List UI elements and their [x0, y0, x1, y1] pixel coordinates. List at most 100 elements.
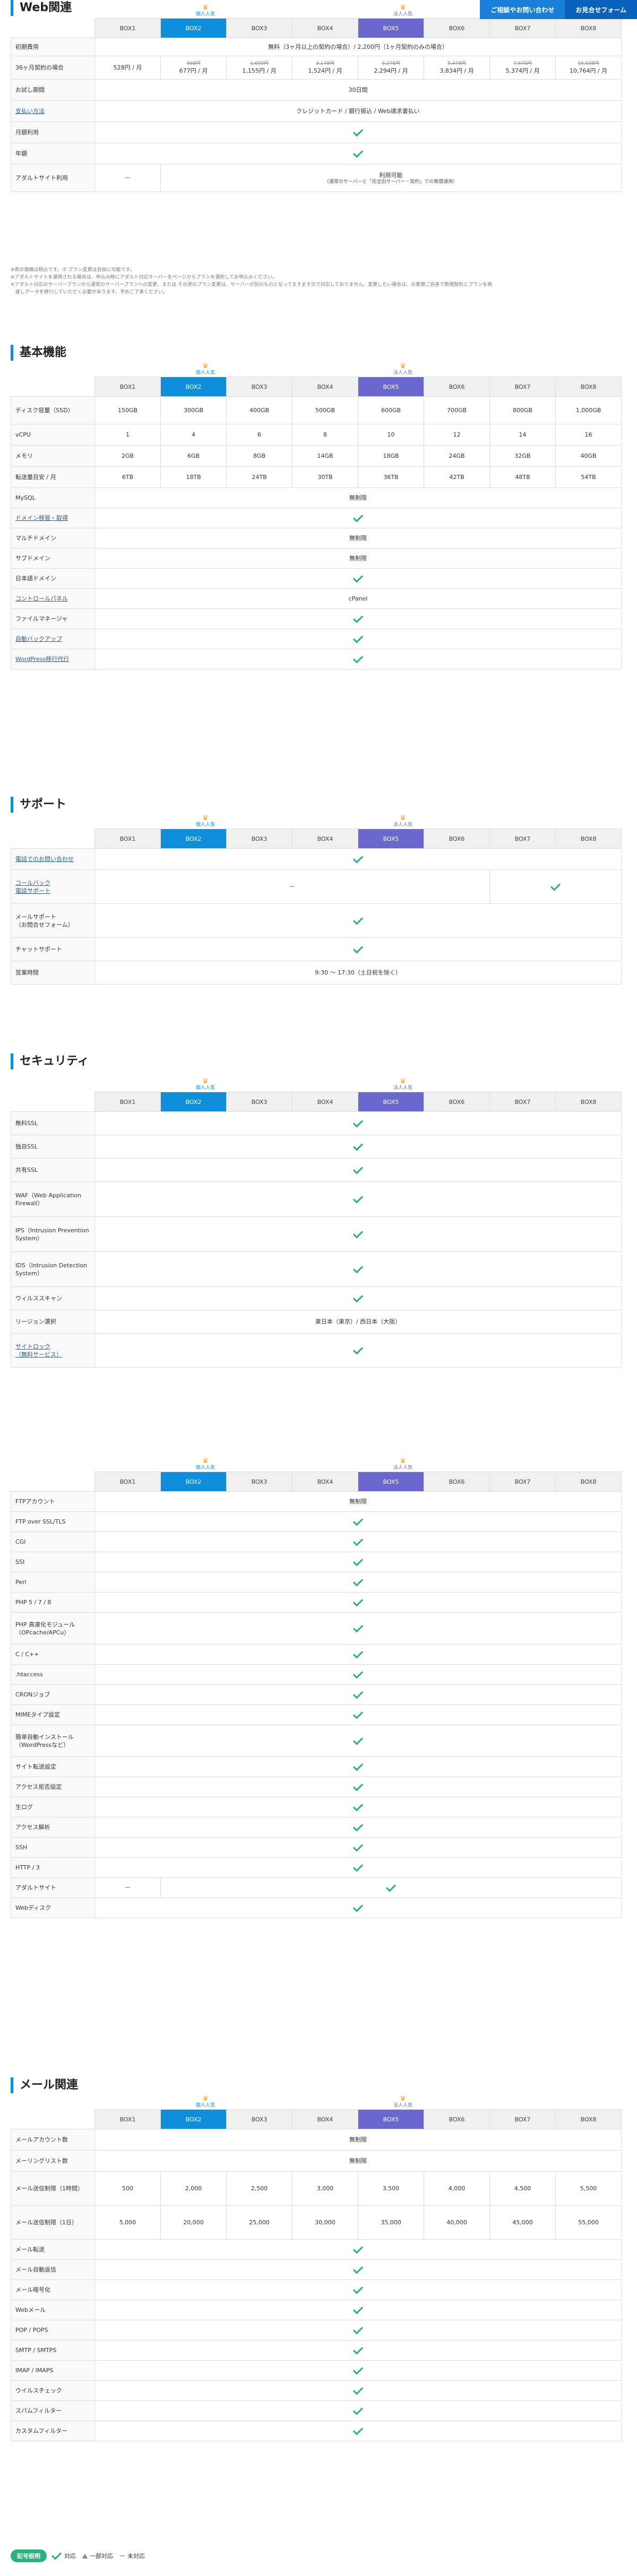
badge-row: ♛ 個人人気 ♛ 法人人気	[11, 815, 621, 829]
check-icon	[352, 633, 364, 643]
sitelock-link[interactable]: サイトロック	[15, 1343, 50, 1350]
legend-none: ー未対応	[119, 2553, 145, 2560]
table-row: 年額	[11, 143, 622, 164]
plan-header-box8: BOX8	[555, 377, 622, 397]
corporate-badge: ♛ 法人人気	[370, 815, 436, 828]
table-row: アクセス解析	[11, 1817, 622, 1838]
check-icon	[352, 1292, 364, 1303]
callback-link[interactable]: コールバック	[15, 880, 50, 886]
check-icon	[352, 2384, 364, 2395]
triangle-icon	[82, 2553, 88, 2558]
plan-header-box5: BOX5	[358, 1092, 424, 1112]
table-row: メール送信制限（1日） 5,000 20,000 25,000 30,000 35,00…	[11, 2205, 622, 2240]
phone-link[interactable]: 電話でのお問い合わせ	[15, 856, 74, 863]
table-row: リージョン選択 東日本（東京）/ 西日本（大阪）	[11, 1310, 622, 1334]
check-icon	[352, 2324, 364, 2335]
table-row: MySQL 無制限	[11, 488, 622, 508]
check-icon	[352, 1709, 364, 1719]
crown-icon: ♛	[202, 814, 209, 822]
plan-header-box8: BOX8	[555, 2109, 622, 2129]
support-table: BOX1 BOX2 BOX3 BOX4 BOX5 BOX6 BOX7 BOX8 …	[11, 829, 622, 985]
domain-link[interactable]: ドメイン移管・取得	[15, 515, 68, 521]
check-icon	[352, 2284, 364, 2294]
check-icon	[352, 1648, 364, 1659]
crown-icon: ♛	[400, 1457, 406, 1465]
plan-header-box8: BOX8	[555, 1472, 622, 1492]
plan-header-box7: BOX7	[489, 2109, 556, 2129]
panel-link[interactable]: コントロールパネル	[15, 595, 68, 602]
plan-header-box2: BOX2	[160, 1472, 227, 1492]
section-title-mail: メール関連	[11, 2077, 630, 2093]
check-icon	[352, 1861, 364, 1872]
support-table-wrap: ♛ 個人人気 ♛ 法人人気 BOX1 BOX2 BOX3 BOX4 BOX5 BOX…	[11, 815, 622, 985]
check-icon	[352, 653, 364, 664]
crown-icon: ♛	[400, 814, 406, 822]
plan-header-row: BOX1 BOX2 BOX3 BOX4 BOX5 BOX6 BOX7 BOX8	[11, 1092, 622, 1112]
check-icon	[352, 1801, 364, 1812]
payment-link[interactable]: 支払い方法	[15, 108, 45, 115]
crown-icon: ♛	[202, 1457, 209, 1465]
table-row: カスタムフィルター	[11, 2421, 622, 2441]
table-row: .htaccess	[11, 1664, 622, 1685]
plan-header-box7: BOX7	[489, 1472, 556, 1492]
security-table: BOX1 BOX2 BOX3 BOX4 BOX5 BOX6 BOX7 BOX8 …	[11, 1092, 622, 1368]
check-icon	[352, 147, 364, 158]
web-table: BOX1 BOX2 BOX3 BOX4 BOX5 BOX6 BOX7 BOX8 …	[11, 1472, 622, 1918]
table-row: 自動バックアップ	[11, 629, 622, 649]
check-icon	[352, 1689, 364, 1699]
section-title-basic: 基本機能	[11, 345, 630, 361]
section-title-security: セキュリティ	[11, 1054, 630, 1069]
plan-header-box2: BOX2	[160, 18, 227, 38]
popular-badge: ♛ 個人人気	[173, 363, 238, 376]
check-icon	[352, 1735, 364, 1745]
backup-link[interactable]: 自動バックアップ	[15, 636, 62, 642]
plan-header-box1: BOX1	[94, 1472, 161, 1492]
check-icon	[352, 1781, 364, 1791]
table-row: IDS（Intrusion Detection System）	[11, 1251, 622, 1287]
check-icon	[352, 126, 364, 137]
check-icon	[352, 2405, 364, 2415]
table-row: IPS（Intrusion Prevention System）	[11, 1216, 622, 1252]
check-icon	[385, 1882, 397, 1892]
corporate-badge: ♛ 法人人気	[370, 2095, 436, 2109]
plan-header-box5: BOX5	[358, 2109, 424, 2129]
corporate-badge: ♛ 法人人気	[370, 1078, 436, 1091]
check-icon	[352, 1668, 364, 1679]
plan-header-box1: BOX1	[94, 829, 161, 849]
check-icon	[352, 1556, 364, 1567]
price-table-wrap: ♛ 個人人気 ♛ 法人人気 BOX1 BOX2 BOX3 BOX4 BOX5 BOX…	[11, 4, 622, 192]
top-contact-bar: ご相談やお問い合わせ お見合せフォーム	[480, 0, 637, 19]
inquiry-button[interactable]: ご相談やお問い合わせ	[480, 0, 565, 19]
price-table: BOX1 BOX2 BOX3 BOX4 BOX5 BOX6 BOX7 BOX8 …	[11, 18, 622, 192]
security-table-wrap: ♛ 個人人気 ♛ 法人人気 BOX1 BOX2 BOX3 BOX4 BOX5 BOX…	[11, 1078, 622, 1368]
table-row: サイトロック （無料サービス）	[11, 1333, 622, 1368]
plan-header-box4: BOX4	[292, 1092, 358, 1112]
basic-table-wrap: ♛ 個人人気 ♛ 法人人気 BOX1 BOX2 BOX3 BOX4 BOX5 BOX…	[11, 363, 622, 669]
callback-link-2[interactable]: 電話サポート	[15, 887, 50, 894]
form-button[interactable]: お見合せフォーム	[565, 0, 637, 19]
check-icon	[352, 1761, 364, 1771]
plan-header-box8: BOX8	[555, 829, 622, 849]
table-row: メールサポート （お問合せフォーム）	[11, 903, 622, 938]
check-icon	[352, 2425, 364, 2435]
corporate-badge: ♛ 法人人気	[370, 363, 436, 376]
table-row: ディスク容量（SSD） 150GB 300GB 400GB 500GB 600GB 700…	[11, 396, 622, 424]
badge-row: ♛ 個人人気 ♛ 法人人気	[11, 363, 621, 377]
check-icon	[352, 2264, 364, 2274]
check-icon	[352, 943, 364, 954]
table-row: CRONジョブ	[11, 1684, 622, 1705]
wp-migration-link[interactable]: WordPress移行代行	[15, 656, 69, 663]
legend-check: 対応	[51, 2549, 76, 2560]
table-row: お試し期間 30日間	[11, 79, 622, 101]
table-row: Webディスク	[11, 1898, 622, 1918]
table-row: ファイルマネージャ	[11, 608, 622, 629]
sitelock-link-2[interactable]: （無料サービス）	[15, 1351, 62, 1358]
plan-header-box5: BOX5	[358, 1472, 424, 1492]
plan-header-box4: BOX4	[292, 377, 358, 397]
check-icon	[352, 1228, 364, 1239]
check-icon	[352, 572, 364, 583]
table-row: チャットサポート	[11, 937, 622, 961]
plan-header-box1: BOX1	[94, 1092, 161, 1112]
check-icon	[352, 1263, 364, 1274]
check-icon	[550, 881, 561, 891]
